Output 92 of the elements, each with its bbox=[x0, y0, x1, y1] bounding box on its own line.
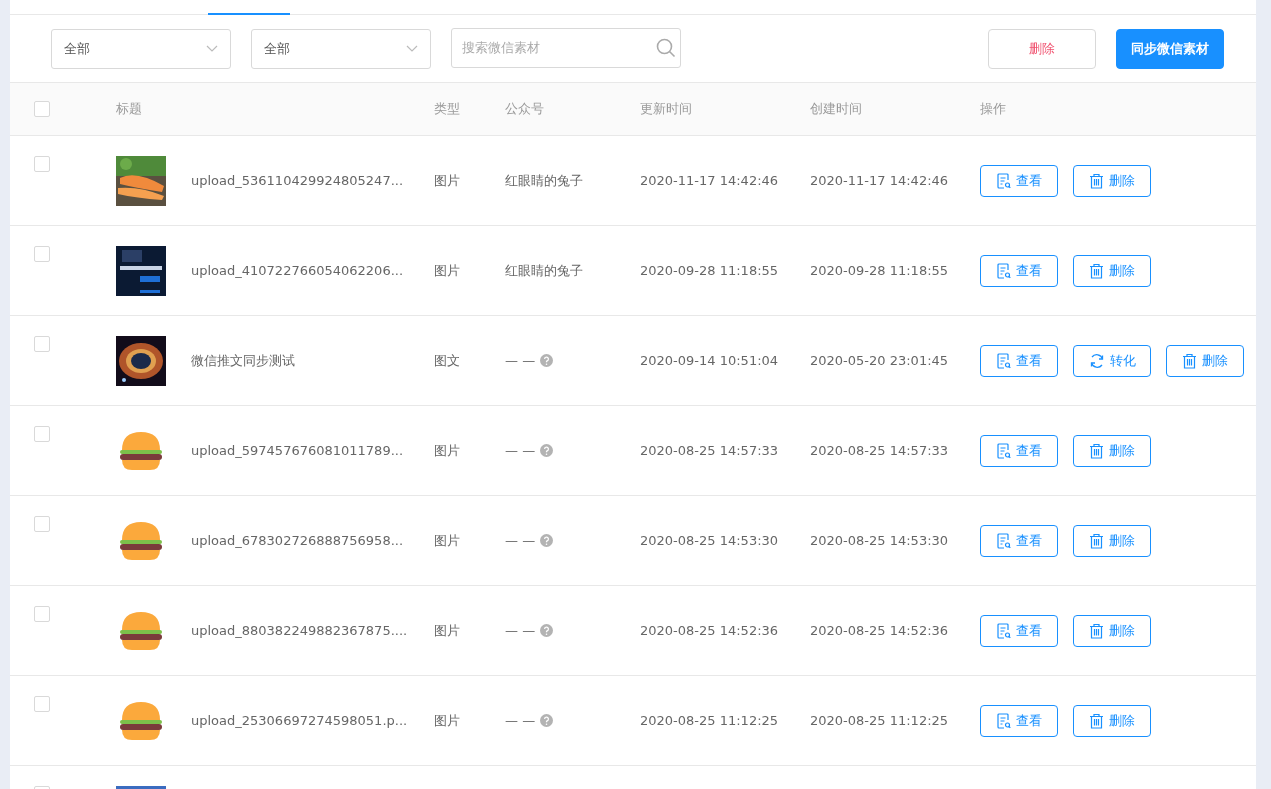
updated-time-cell-text: 2020-09-14 10:51:04 bbox=[640, 353, 780, 368]
document-search-icon bbox=[996, 532, 1011, 549]
created-time-cell-text: 2020-08-25 11:12:25 bbox=[810, 713, 950, 728]
account-cell: 红眼睛的兔子 bbox=[505, 171, 583, 190]
created-time-cell-text: 2020-08-25 14:57:33 bbox=[810, 443, 950, 458]
type-cell-text: 图文 bbox=[434, 351, 461, 370]
document-search-icon bbox=[996, 712, 1011, 729]
chevron-down-icon bbox=[406, 44, 418, 53]
title-cell: upload_25306697274598051.p... bbox=[191, 713, 408, 728]
trash-icon bbox=[1089, 172, 1104, 189]
row-checkbox[interactable] bbox=[34, 516, 50, 532]
account-cell: — — bbox=[505, 443, 536, 458]
updated-time-cell-text: 2020-08-25 11:12:25 bbox=[640, 713, 780, 728]
delete-button[interactable]: 删除 bbox=[988, 28, 1096, 69]
row-checkbox[interactable] bbox=[34, 156, 50, 172]
document-search-icon bbox=[996, 442, 1011, 459]
type-cell-text: 图片 bbox=[434, 711, 461, 730]
delete-button[interactable]: 删除 bbox=[1073, 254, 1151, 287]
account-cell: — — bbox=[505, 533, 536, 548]
created-time-cell-text: 2020-08-25 14:52:36 bbox=[810, 623, 950, 638]
trash-icon bbox=[1182, 352, 1197, 369]
filter-select[interactable]: 全部 bbox=[251, 28, 431, 69]
column-header: 更新时间 bbox=[640, 100, 693, 118]
delete-button[interactable]: 删除 bbox=[1073, 434, 1151, 467]
help-icon[interactable] bbox=[540, 354, 554, 367]
search-icon bbox=[656, 37, 676, 58]
column-header: 公众号 bbox=[505, 100, 545, 118]
document-search-icon bbox=[996, 622, 1011, 639]
title-cell: upload_678302726888756958... bbox=[191, 533, 404, 548]
type-cell-text: 图片 bbox=[434, 621, 461, 640]
account-cell: 红眼睛的兔子 bbox=[505, 261, 583, 280]
delete-button[interactable]: 删除 bbox=[1073, 524, 1151, 557]
created-time-cell-text: 2020-11-17 14:42:46 bbox=[810, 173, 950, 188]
view-button[interactable]: 查看 bbox=[980, 614, 1058, 647]
updated-time-cell-text: 2020-08-25 14:52:36 bbox=[640, 623, 780, 638]
view-button[interactable]: 查看 bbox=[980, 344, 1058, 377]
updated-time-cell-text: 2020-08-25 14:57:33 bbox=[640, 443, 780, 458]
row-checkbox[interactable] bbox=[34, 336, 50, 352]
document-search-icon bbox=[996, 352, 1011, 369]
account-cell: — — bbox=[505, 353, 536, 368]
column-header: 类型 bbox=[434, 100, 461, 118]
sync-button[interactable]: 同步微信素材 bbox=[1116, 28, 1224, 69]
title-cell: upload_410722766054062206... bbox=[191, 263, 404, 278]
help-icon[interactable] bbox=[540, 444, 554, 457]
updated-time-cell-text: 2020-09-28 11:18:55 bbox=[640, 263, 780, 278]
filter-select[interactable]: 全部 bbox=[51, 28, 231, 69]
row-checkbox[interactable] bbox=[34, 606, 50, 622]
search-field[interactable]: 搜索微信素材 bbox=[451, 27, 681, 68]
column-header: 标题 bbox=[116, 100, 143, 118]
convert-button[interactable]: 转化 bbox=[1073, 344, 1151, 377]
column-header: 创建时间 bbox=[810, 100, 863, 118]
created-time-cell-text: 2020-08-25 14:53:30 bbox=[810, 533, 950, 548]
type-cell-text: 图片 bbox=[434, 531, 461, 550]
trash-icon bbox=[1089, 712, 1104, 729]
refresh-icon bbox=[1088, 352, 1105, 369]
chevron-down-icon bbox=[206, 44, 218, 53]
delete-button[interactable]: 删除 bbox=[1073, 704, 1151, 737]
trash-icon bbox=[1089, 442, 1104, 459]
type-cell-text: 图片 bbox=[434, 441, 461, 460]
document-search-icon bbox=[996, 172, 1011, 189]
title-cell: upload_880382249882367875.... bbox=[191, 623, 408, 638]
title-cell: 微信推文同步测试 bbox=[191, 351, 295, 370]
updated-time-cell-text: 2020-11-17 14:42:46 bbox=[640, 173, 780, 188]
document-search-icon bbox=[996, 262, 1011, 279]
view-button[interactable]: 查看 bbox=[980, 524, 1058, 557]
title-cell: upload_597457676081011789... bbox=[191, 443, 404, 458]
view-button[interactable]: 查看 bbox=[980, 434, 1058, 467]
trash-icon bbox=[1089, 532, 1104, 549]
delete-button[interactable]: 删除 bbox=[1073, 614, 1151, 647]
trash-icon bbox=[1089, 622, 1104, 639]
view-button[interactable]: 查看 bbox=[980, 164, 1058, 197]
help-icon[interactable] bbox=[540, 534, 554, 547]
created-time-cell-text: 2020-05-20 23:01:45 bbox=[810, 353, 950, 368]
column-header: 操作 bbox=[980, 100, 1007, 118]
type-cell-text: 图片 bbox=[434, 171, 461, 190]
view-button[interactable]: 查看 bbox=[980, 704, 1058, 737]
title-cell: upload_536110429924805247... bbox=[191, 173, 404, 188]
select-all-checkbox[interactable] bbox=[34, 101, 50, 117]
account-cell: — — bbox=[505, 713, 536, 728]
account-cell: — — bbox=[505, 623, 536, 638]
row-checkbox[interactable] bbox=[34, 426, 50, 442]
delete-button[interactable]: 删除 bbox=[1166, 344, 1244, 377]
view-button[interactable]: 查看 bbox=[980, 254, 1058, 287]
created-time-cell-text: 2020-09-28 11:18:55 bbox=[810, 263, 950, 278]
updated-time-cell-text: 2020-08-25 14:53:30 bbox=[640, 533, 780, 548]
row-checkbox[interactable] bbox=[34, 246, 50, 262]
delete-button[interactable]: 删除 bbox=[1073, 164, 1151, 197]
trash-icon bbox=[1089, 262, 1104, 279]
help-icon[interactable] bbox=[540, 714, 554, 727]
help-icon[interactable] bbox=[540, 624, 554, 637]
type-cell-text: 图片 bbox=[434, 261, 461, 280]
row-checkbox[interactable] bbox=[34, 696, 50, 712]
